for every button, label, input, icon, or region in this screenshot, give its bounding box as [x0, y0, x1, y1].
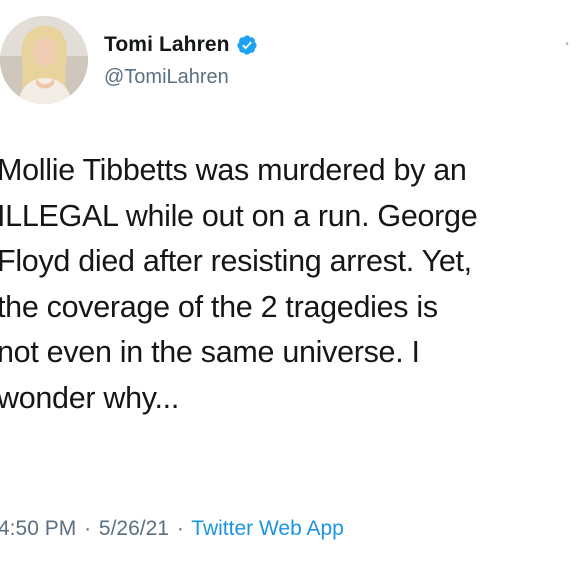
verified-badge-icon	[236, 34, 258, 56]
tweet-time[interactable]: 4:50 PM	[0, 517, 76, 540]
tweet-source-link[interactable]: Twitter Web App	[191, 517, 344, 540]
tweet-card: Tomi Lahren @TomiLahren • Mollie Tibbett…	[0, 0, 580, 570]
tweet-text-line: the coverage of the 2 tragedies is	[0, 289, 438, 324]
tweet-metadata: 4:50 PM · 5/26/21 · Twitter Web App	[0, 517, 344, 541]
meta-separator: ·	[84, 517, 92, 540]
tweet-text-line: wonder why...	[0, 380, 180, 415]
tweet-text-line: not even in the same universe. I	[0, 335, 420, 369]
display-name[interactable]: Tomi Lahren	[104, 33, 230, 57]
tweet-text: Mollie Tibbetts was murdered by an ILLEG…	[0, 148, 580, 421]
tweet-text-line: ILLEGAL while out on a run. George	[0, 198, 478, 233]
tweet-text-line: Floyd died after resisting arrest. Yet,	[0, 244, 472, 278]
tweet-text-line: Mollie Tibbetts was murdered by an	[0, 153, 467, 187]
meta-separator: ·	[176, 517, 184, 540]
author-handle[interactable]: @TomiLahren	[104, 66, 229, 89]
avatar[interactable]	[0, 16, 88, 104]
avatar-image	[0, 16, 88, 104]
more-options-icon[interactable]: •	[560, 38, 574, 52]
tweet-date[interactable]: 5/26/21	[99, 517, 169, 540]
author-name-row[interactable]: Tomi Lahren	[104, 33, 258, 57]
